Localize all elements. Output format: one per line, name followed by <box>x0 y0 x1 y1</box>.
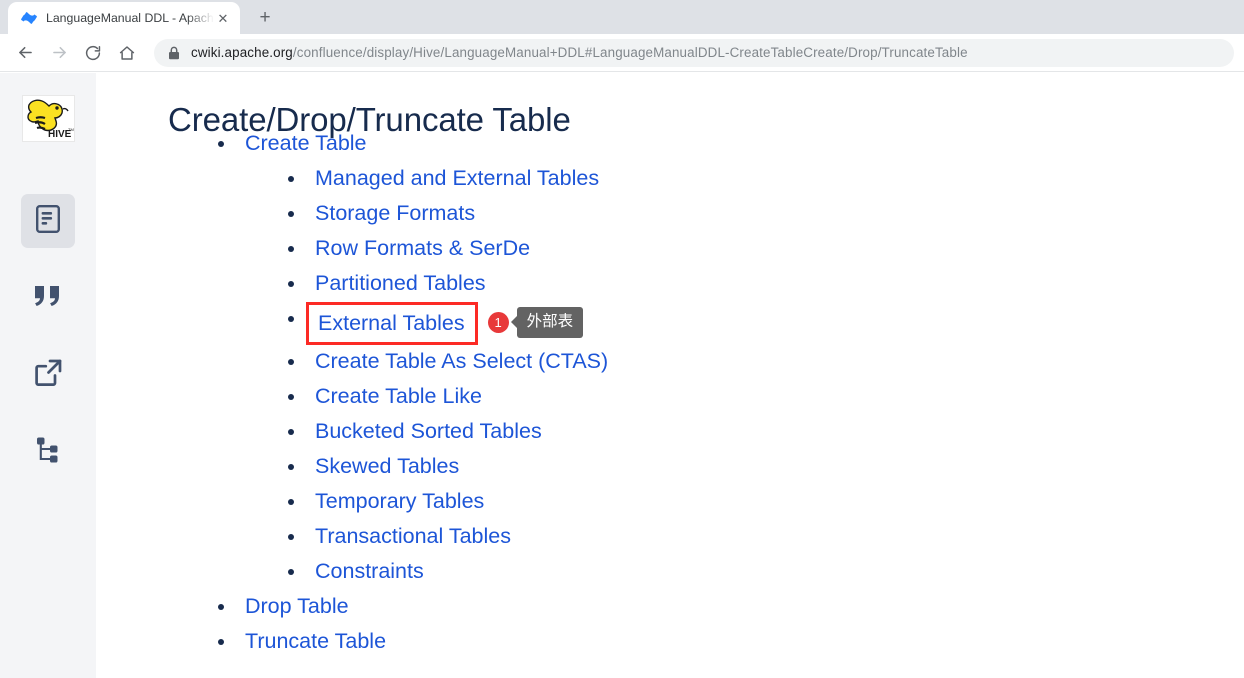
toc-item: Partitioned Tables <box>288 266 608 301</box>
list-bullet <box>288 281 294 287</box>
toc-link[interactable]: Constraints <box>315 559 424 583</box>
tab-title: LanguageManual DDL - Apache Hive - Apach… <box>46 11 214 25</box>
list-bullet <box>288 176 294 182</box>
toc-link[interactable]: Partitioned Tables <box>315 271 486 295</box>
home-icon[interactable] <box>112 38 142 68</box>
app-sidebar: HIVE TM <box>0 73 112 678</box>
list-bullet <box>218 604 224 610</box>
toc-link[interactable]: Managed and External Tables <box>315 166 599 190</box>
highlight-box: External Tables <box>306 302 478 345</box>
close-icon[interactable]: ✕ <box>214 9 232 27</box>
quote-marks-icon <box>33 283 63 314</box>
toc-link[interactable]: Temporary Tables <box>315 489 484 513</box>
address-bar[interactable]: cwiki.apache.org/confluence/display/Hive… <box>154 38 1234 67</box>
back-arrow-icon[interactable] <box>10 38 40 68</box>
list-bullet <box>288 316 294 322</box>
toc-link[interactable]: Drop Table <box>245 594 349 618</box>
browser-tab-active[interactable]: LanguageManual DDL - Apache Hive - Apach… <box>8 2 240 34</box>
list-bullet <box>288 359 294 365</box>
toc-item: Create Table Managed and External Tables S… <box>218 126 608 589</box>
toc-link[interactable]: Row Formats & SerDe <box>315 236 530 260</box>
url-text: cwiki.apache.org/confluence/display/Hive… <box>191 45 968 60</box>
toc-link[interactable]: Storage Formats <box>315 201 475 225</box>
list-bullet <box>288 569 294 575</box>
list-bullet <box>288 464 294 470</box>
tab-strip: LanguageManual DDL - Apache Hive - Apach… <box>0 0 1244 34</box>
toc-item: Transactional Tables <box>288 519 608 554</box>
toc-sublist: Managed and External Tables Storage Forma… <box>288 161 608 589</box>
sitemap-tree-icon <box>35 436 61 469</box>
lock-icon <box>168 46 180 60</box>
browser-window: LanguageManual DDL - Apache Hive - Apach… <box>0 0 1244 678</box>
document-page-icon <box>34 204 62 239</box>
toc-link[interactable]: Skewed Tables <box>315 454 459 478</box>
toc-link[interactable]: Create Table Like <box>315 384 482 408</box>
external-link-icon <box>34 358 63 392</box>
sidebar-item-shortcut-links[interactable] <box>21 348 75 402</box>
toc-item: Create Table Like <box>288 379 608 414</box>
toc-item: Constraints <box>288 554 608 589</box>
list-bullet <box>288 534 294 540</box>
reload-icon[interactable] <box>78 38 108 68</box>
page-viewport: HIVE TM Create/Drop/Truncate Table Creat… <box>0 73 1244 678</box>
url-host: cwiki.apache.org <box>191 45 293 60</box>
toc-item: Bucketed Sorted Tables <box>288 414 608 449</box>
toc-link[interactable]: Transactional Tables <box>315 524 511 548</box>
url-path: /confluence/display/Hive/LanguageManual+… <box>292 45 968 60</box>
apache-hive-logo[interactable]: HIVE TM <box>22 95 75 142</box>
list-bullet <box>288 246 294 252</box>
toc-link[interactable]: Create Table As Select (CTAS) <box>315 349 608 373</box>
toc-item: Drop Table <box>218 589 608 624</box>
annotation-badge: 1 <box>487 311 509 333</box>
list-bullet <box>288 499 294 505</box>
toc-link[interactable]: Truncate Table <box>245 629 386 653</box>
page-content: Create/Drop/Truncate Table Create Table M… <box>96 73 1244 678</box>
toc-item: Create Table As Select (CTAS) <box>288 344 608 379</box>
forward-arrow-icon <box>44 38 74 68</box>
confluence-logo-icon <box>20 9 38 27</box>
annotation-tooltip: 外部表 <box>510 307 584 338</box>
toc-item: Managed and External Tables <box>288 161 608 196</box>
annotation-callout: 1 外部表 <box>487 307 584 338</box>
toc-link[interactable]: Bucketed Sorted Tables <box>315 419 542 443</box>
toc-link[interactable]: Create Table <box>245 131 367 155</box>
svg-text:TM: TM <box>68 127 74 132</box>
list-bullet <box>218 639 224 645</box>
toc-item: Storage Formats <box>288 196 608 231</box>
list-bullet <box>288 394 294 400</box>
list-bullet <box>288 211 294 217</box>
toc-item: Row Formats & SerDe <box>288 231 608 266</box>
toc-item: Truncate Table <box>218 624 608 659</box>
browser-toolbar: cwiki.apache.org/confluence/display/Hive… <box>0 34 1244 72</box>
sidebar-item-page-tree[interactable] <box>21 425 75 479</box>
table-of-contents: Create Table Managed and External Tables S… <box>218 126 608 659</box>
list-bullet <box>288 429 294 435</box>
sidebar-item-blog[interactable] <box>21 271 75 325</box>
toc-item: External Tables 1 外部表 <box>288 301 608 345</box>
toc-item: Temporary Tables <box>288 484 608 519</box>
new-tab-button[interactable]: + <box>250 2 280 32</box>
sidebar-item-pages[interactable] <box>21 194 75 248</box>
list-bullet <box>218 141 224 147</box>
toc-item: Skewed Tables <box>288 449 608 484</box>
toc-link[interactable]: External Tables <box>318 311 465 335</box>
